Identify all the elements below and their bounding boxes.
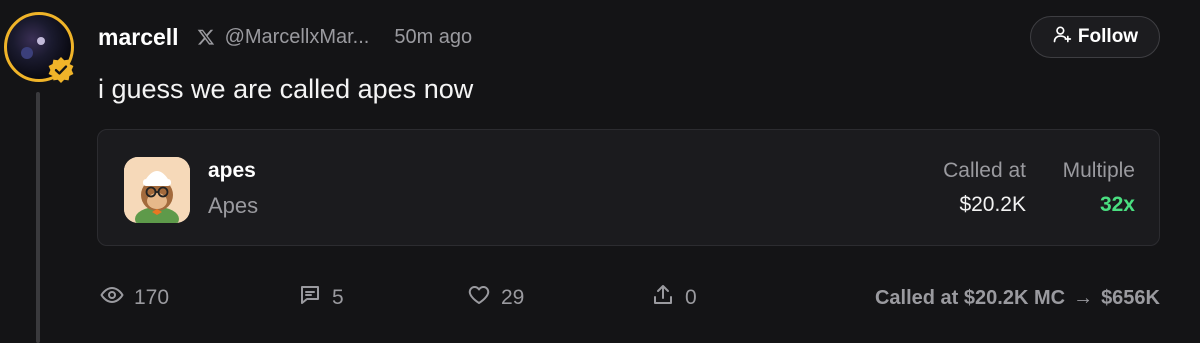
author-handle[interactable]: @MarcellxMar... [225,26,370,49]
author-name[interactable]: marcell [98,24,179,51]
arrow-right-icon: → [1073,286,1094,309]
likes-stat[interactable]: 29 [467,285,524,311]
views-count: 170 [134,286,170,309]
multiple-value: 32x [1099,193,1135,216]
x-logo-icon [197,28,215,46]
eye-icon [100,283,134,313]
token-name: Apes [208,193,259,218]
token-icon [124,157,190,223]
thread-line [36,92,40,343]
current-value: $656K [1101,286,1160,309]
post-text: i guess we are called apes now [98,74,474,104]
follow-button[interactable]: Follow [1030,16,1160,58]
comment-icon [298,283,332,313]
called-at-label: Called at [943,159,1026,182]
token-symbol: apes [208,159,256,182]
views-stat[interactable]: 170 [100,285,169,311]
call-summary: Called at $20.2K MC → $656K [875,285,1160,311]
verified-badge-icon [47,56,75,84]
follow-label: Follow [1077,26,1139,47]
share-icon [651,283,685,313]
called-at-summary: Called at $20.2K MC [874,286,1066,309]
shares-count: 0 [685,286,697,309]
multiple-label: Multiple [1062,159,1135,182]
user-plus-icon [1052,24,1078,50]
post-time: 50m ago [394,25,473,48]
shares-stat[interactable]: 0 [651,285,697,311]
post-header: marcell @MarcellxMar... 50m ago [98,22,472,52]
heart-icon [467,283,501,313]
comments-stat[interactable]: 5 [298,285,344,311]
likes-count: 29 [501,286,525,309]
called-at-value: $20.2K [959,193,1026,216]
comments-count: 5 [332,286,344,309]
token-card[interactable]: apes Apes Called at $20.2K Multiple 32x [97,129,1160,246]
